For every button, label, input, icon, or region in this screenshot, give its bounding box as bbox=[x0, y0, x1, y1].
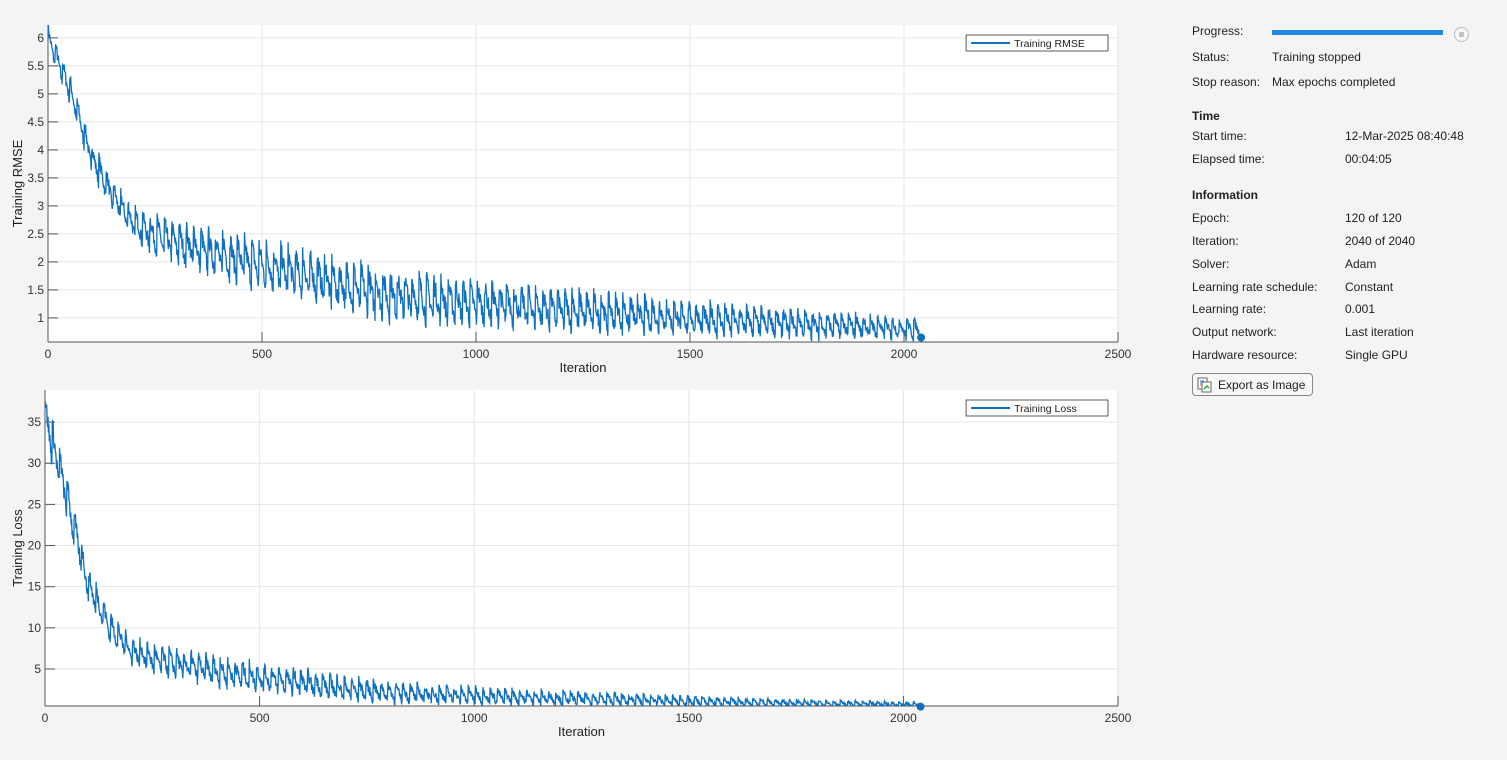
x-tick-label: 2000 bbox=[890, 711, 917, 725]
y-tick-label: 3 bbox=[37, 199, 44, 213]
y-tick-label: 5.5 bbox=[27, 59, 44, 73]
y-tick-label: 2 bbox=[37, 255, 44, 269]
legend-entry: Training Loss bbox=[1014, 403, 1077, 415]
chart-1: 0 500 1000 1500 2000 2500 5 10 15 20 25 30 35 Iterati… bbox=[10, 390, 1132, 739]
status-value: Training stopped bbox=[1272, 50, 1361, 64]
progress-label: Progress: bbox=[1192, 24, 1244, 38]
y-axis-label: Training RMSE bbox=[10, 139, 25, 227]
export-as-image-button[interactable]: Export as Image bbox=[1192, 373, 1314, 396]
legend-entry: Training RMSE bbox=[1014, 38, 1085, 50]
y-tick-label: 5 bbox=[34, 662, 41, 676]
export-as-image-label: Export as Image bbox=[1218, 377, 1306, 392]
hardware-resource-value: Single GPU bbox=[1345, 348, 1408, 362]
x-tick-label: 2500 bbox=[1105, 711, 1132, 725]
y-tick-label: 1.5 bbox=[27, 283, 44, 297]
lr-schedule-label: Learning rate schedule: bbox=[1192, 280, 1318, 294]
x-tick-label: 2500 bbox=[1105, 347, 1132, 361]
epoch-value: 120 of 120 bbox=[1345, 211, 1402, 225]
x-tick-label: 1000 bbox=[461, 711, 488, 725]
export-image-icon bbox=[1197, 377, 1213, 393]
iteration-value: 2040 of 2040 bbox=[1345, 234, 1416, 248]
y-tick-label: 2.5 bbox=[27, 227, 44, 241]
stop-reason-label: Stop reason: bbox=[1192, 75, 1261, 89]
x-tick-label: 1000 bbox=[463, 347, 490, 361]
solver-value: Adam bbox=[1345, 257, 1377, 271]
y-tick-label: 1 bbox=[37, 311, 44, 325]
x-tick-label: 1500 bbox=[677, 347, 704, 361]
y-tick-label: 15 bbox=[28, 580, 42, 594]
training-plots: 0 500 1000 1500 2000 2500 1 1.5 2 2.5 3 3.5 4 4.5 5 5.5… bbox=[10, 25, 1132, 739]
start-time-value: 12-Mar-2025 08:40:48 bbox=[1345, 129, 1464, 143]
x-tick-label: 0 bbox=[45, 347, 52, 361]
y-tick-label: 20 bbox=[28, 539, 42, 553]
final-point-marker bbox=[917, 333, 926, 342]
x-tick-label: 2000 bbox=[891, 347, 918, 361]
y-tick-label: 35 bbox=[28, 415, 42, 429]
final-point-marker bbox=[916, 702, 925, 711]
status-label: Status: bbox=[1192, 50, 1230, 64]
x-axis-label: Iteration bbox=[560, 360, 607, 375]
lr-schedule-value: Constant bbox=[1345, 280, 1394, 294]
plot-area bbox=[48, 25, 1118, 342]
elapsed-time-value: 00:04:05 bbox=[1345, 152, 1392, 166]
progress-fill bbox=[1272, 30, 1443, 35]
y-tick-label: 10 bbox=[28, 621, 42, 635]
solver-label: Solver: bbox=[1192, 257, 1230, 271]
start-time-label: Start time: bbox=[1192, 129, 1247, 143]
epoch-label: Epoch: bbox=[1192, 211, 1230, 225]
stop-training-button[interactable] bbox=[1454, 27, 1469, 42]
x-tick-label: 0 bbox=[42, 711, 49, 725]
learning-rate-value: 0.001 bbox=[1345, 302, 1376, 316]
learning-rate-label: Learning rate: bbox=[1192, 302, 1267, 316]
y-tick-label: 6 bbox=[37, 31, 44, 45]
progress-bar bbox=[1272, 30, 1443, 35]
time-header: Time bbox=[1192, 109, 1220, 123]
hardware-resource-label: Hardware resource: bbox=[1192, 348, 1298, 362]
elapsed-time-label: Elapsed time: bbox=[1192, 152, 1265, 166]
stop-reason-value: Max epochs completed bbox=[1272, 75, 1396, 89]
legend: Training RMSE bbox=[965, 34, 1109, 52]
information-header: Information bbox=[1192, 188, 1258, 202]
y-tick-label: 5 bbox=[37, 87, 44, 101]
y-axis-label: Training Loss bbox=[10, 509, 25, 587]
y-tick-label: 4 bbox=[37, 143, 44, 157]
legend: Training Loss bbox=[965, 399, 1109, 417]
iteration-label: Iteration: bbox=[1192, 234, 1239, 248]
output-network-value: Last iteration bbox=[1345, 325, 1414, 339]
y-tick-label: 3.5 bbox=[27, 171, 44, 185]
x-tick-label: 500 bbox=[252, 347, 272, 361]
y-tick-label: 25 bbox=[28, 497, 42, 511]
output-network-label: Output network: bbox=[1192, 325, 1277, 339]
x-tick-label: 500 bbox=[250, 711, 270, 725]
y-tick-label: 4.5 bbox=[27, 115, 44, 129]
x-axis-label: Iteration bbox=[558, 724, 605, 739]
x-tick-label: 1500 bbox=[675, 711, 702, 725]
chart-0: 0 500 1000 1500 2000 2500 1 1.5 2 2.5 3 3.5 4 4.5 5 5.5… bbox=[10, 25, 1132, 375]
y-tick-label: 30 bbox=[28, 456, 42, 470]
